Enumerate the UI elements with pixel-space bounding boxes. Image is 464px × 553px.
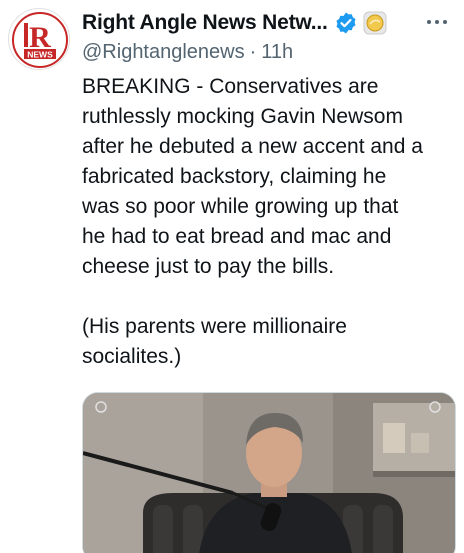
- display-name[interactable]: Right Angle News Netw...: [82, 11, 328, 35]
- tweet-line: after he debuted a new accent and a: [82, 135, 423, 158]
- tweet-header: Right Angle News Netw... @Rightanglenews…: [82, 8, 462, 66]
- timestamp[interactable]: 11h: [261, 41, 293, 64]
- affiliate-badge-icon[interactable]: [363, 11, 387, 35]
- tweet-line: socialites.): [82, 345, 182, 368]
- tweet-line: was so poor while growing up that: [82, 195, 399, 218]
- tweet-line: he had to eat bread and mac and: [82, 225, 392, 248]
- right-angle-news-logo: R NEWS: [10, 10, 69, 69]
- handle-row: @Rightanglenews · 11h: [82, 38, 462, 66]
- tweet-media-image[interactable]: [82, 392, 456, 553]
- avatar[interactable]: R NEWS: [8, 8, 70, 70]
- tweet-line: (His parents were millionaire: [82, 315, 347, 338]
- handle[interactable]: @Rightanglenews: [82, 41, 245, 64]
- more-options-icon[interactable]: [420, 10, 454, 34]
- separator: ·: [249, 40, 257, 63]
- tweet-line: BREAKING - Conservatives are: [82, 75, 379, 98]
- tweet-line: fabricated backstory, claiming he: [82, 165, 387, 188]
- podcast-interview-photo: [83, 393, 455, 553]
- verified-badge-icon: [334, 11, 358, 35]
- name-row: Right Angle News Netw...: [82, 8, 462, 38]
- svg-text:NEWS: NEWS: [27, 50, 53, 60]
- tweet-text: BREAKING - Conservatives are ruthlessly …: [82, 72, 458, 372]
- tweet-line: ruthlessly mocking Gavin Newsom: [82, 105, 403, 128]
- tweet-card[interactable]: R NEWS Right Angle News Netw... @Rightan…: [0, 0, 464, 553]
- tweet-line: cheese just to pay the bills.: [82, 255, 335, 278]
